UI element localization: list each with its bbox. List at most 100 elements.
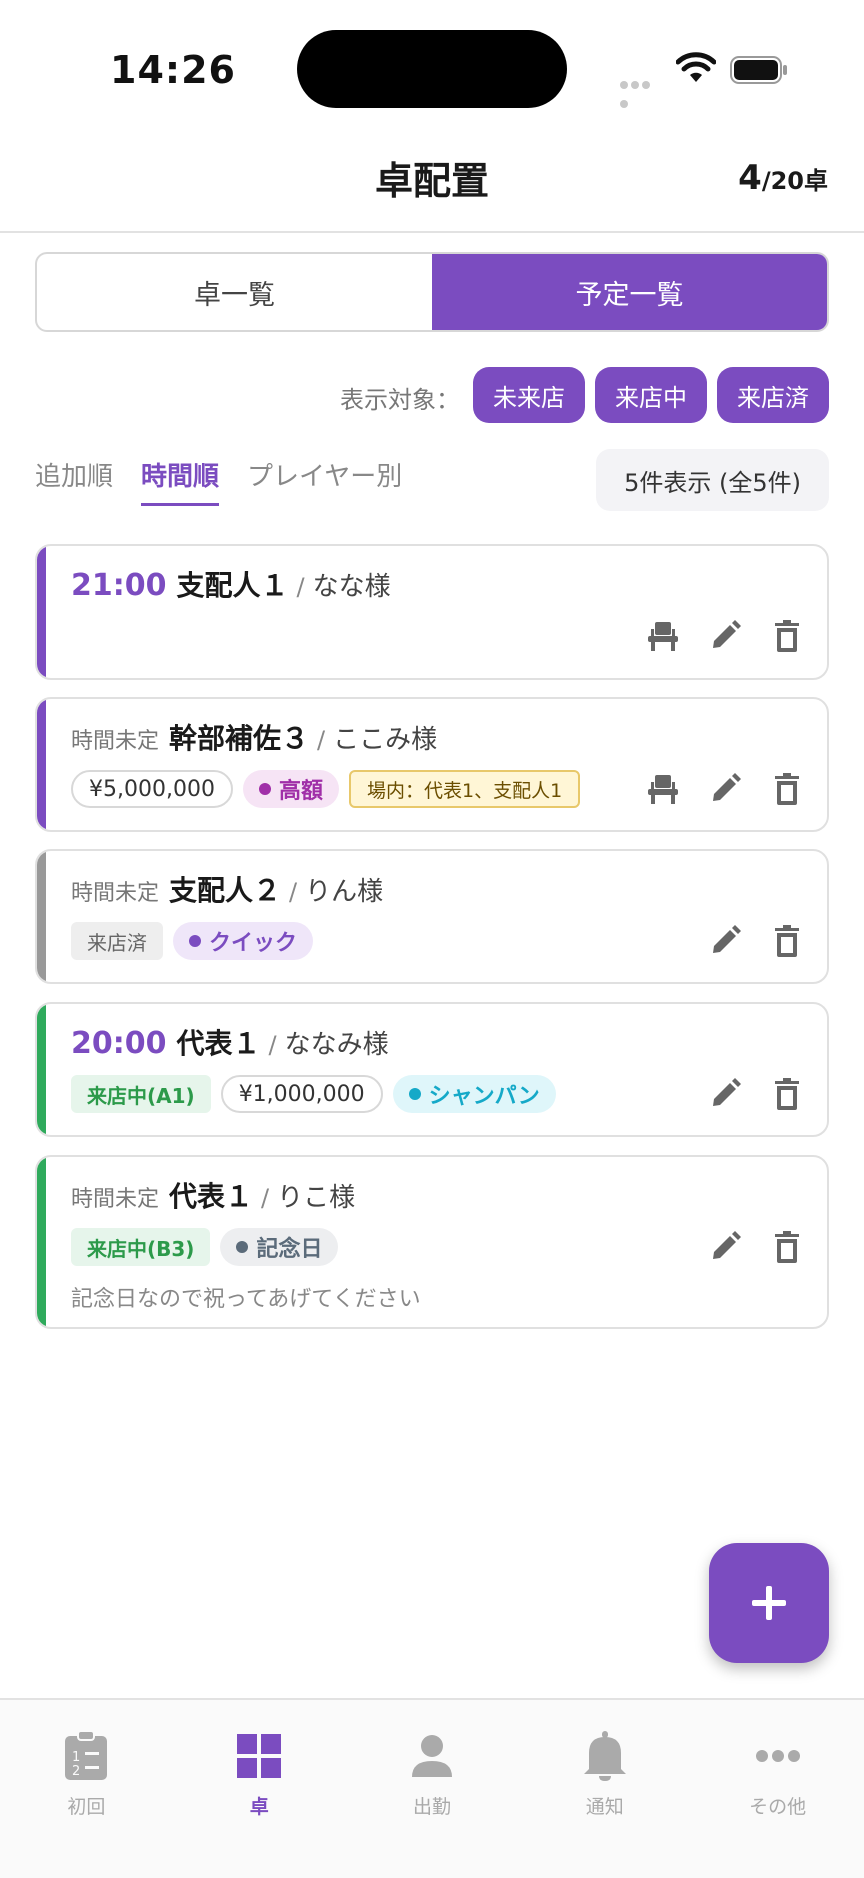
card-note: 記念日なので祝ってあげてください <box>71 1287 421 1312</box>
card-status-bar <box>37 851 46 982</box>
tab-schedule-list[interactable]: 予定一覧 <box>432 254 827 330</box>
reservation-card[interactable]: 時間未定 幹部補佐３ / ここみ様 ¥5,000,000 高額 場内：代表1、支… <box>35 697 829 832</box>
card-guest: りこ様 <box>277 1183 356 1213</box>
reservation-card[interactable]: 時間未定 支配人２ / りん様 来店済 クイック <box>35 849 829 984</box>
add-reservation-button[interactable] <box>709 1543 829 1663</box>
nav-item-attendance[interactable]: 出勤 <box>346 1700 519 1878</box>
category-tag: 記念日 <box>220 1228 339 1266</box>
card-status-bar <box>37 1004 46 1135</box>
filter-chip-visited[interactable]: 来店済 <box>717 367 829 423</box>
card-guest: ななみ様 <box>284 1030 389 1060</box>
reservation-card[interactable]: 20:00 代表１ / ななみ様 来店中(A1) ¥1,000,000 シャンパ… <box>35 1002 829 1137</box>
bottom-nav: 12 初回 卓 出勤 通知 その他 <box>0 1698 864 1878</box>
nav-item-more[interactable]: その他 <box>691 1700 864 1878</box>
tab-table-list[interactable]: 卓一覧 <box>37 254 432 330</box>
nav-item-notifications[interactable]: 通知 <box>518 1700 691 1878</box>
card-cast-role: 代表１ <box>176 1027 261 1060</box>
plus-icon <box>752 1586 786 1620</box>
card-cast-role: 支配人１ <box>176 569 289 602</box>
delete-icon[interactable] <box>769 771 805 807</box>
nav-label: 初回 <box>67 1796 106 1818</box>
nav-item-table[interactable]: 卓 <box>173 1700 346 1878</box>
category-label: クイック <box>209 931 298 956</box>
sort-tab-added[interactable]: 追加順 <box>35 456 113 506</box>
card-status-bar <box>37 699 46 830</box>
delete-icon[interactable] <box>769 1076 805 1112</box>
grid-icon <box>233 1730 285 1782</box>
card-separator: / <box>268 1031 277 1059</box>
card-separator: / <box>261 1184 270 1212</box>
nav-label: その他 <box>749 1796 807 1818</box>
category-label: 高額 <box>278 779 323 804</box>
card-time: 21:00 <box>71 568 167 603</box>
table-count-total: /20卓 <box>761 167 828 195</box>
battery-icon <box>730 56 787 84</box>
category-label: 記念日 <box>256 1237 323 1262</box>
edit-icon[interactable] <box>707 771 743 807</box>
nav-label: 通知 <box>585 1796 624 1818</box>
svg-text:2: 2 <box>72 1764 80 1779</box>
category-tag: シャンパン <box>392 1075 556 1113</box>
sort-tabs: 追加順 時間順 プレイヤー別 <box>35 456 402 506</box>
nav-label: 出勤 <box>412 1796 451 1818</box>
edit-icon[interactable] <box>707 1076 743 1112</box>
signal-icon <box>620 74 662 108</box>
delete-icon[interactable] <box>769 1229 805 1265</box>
category-dot-icon <box>258 783 271 795</box>
sort-tab-time[interactable]: 時間順 <box>141 456 220 506</box>
app-header: 卓配置 4/20卓 <box>0 130 864 233</box>
clipboard-list-icon: 12 <box>60 1730 112 1782</box>
table-count: 4/20卓 <box>738 158 828 198</box>
card-status-bar <box>37 1157 46 1327</box>
card-time: 20:00 <box>71 1026 167 1061</box>
dynamic-island <box>297 30 567 108</box>
inner-request-tag: 場内：代表1、支配人1 <box>348 770 581 808</box>
reservation-card[interactable]: 21:00 支配人１ / なな様 <box>35 544 829 680</box>
nav-item-first-visit[interactable]: 12 初回 <box>0 1700 173 1878</box>
view-segment: 卓一覧 予定一覧 <box>35 252 829 332</box>
svg-text:1: 1 <box>72 1750 80 1765</box>
card-guest: なな様 <box>312 572 391 602</box>
sort-tab-player[interactable]: プレイヤー別 <box>247 456 402 506</box>
category-dot-icon <box>236 1241 249 1253</box>
card-cast-role: 幹部補佐３ <box>169 722 310 755</box>
delete-icon[interactable] <box>769 923 805 959</box>
card-guest: ここみ様 <box>333 725 438 755</box>
card-status-bar <box>37 546 46 678</box>
status-bar: 14:26 <box>0 0 864 130</box>
card-time: 時間未定 <box>71 881 160 906</box>
status-time: 14:26 <box>110 48 236 92</box>
filter-chips: 未来店 来店中 来店済 <box>473 367 829 423</box>
card-separator: / <box>289 878 298 906</box>
delete-icon[interactable] <box>769 618 805 654</box>
card-cast-role: 代表１ <box>169 1180 254 1213</box>
category-label: シャンパン <box>428 1084 540 1109</box>
filter-chip-in-store[interactable]: 来店中 <box>595 367 707 423</box>
bell-icon <box>579 1730 631 1782</box>
visit-status-tag: 来店中(A1) <box>71 1075 211 1113</box>
nav-label: 卓 <box>249 1796 269 1818</box>
amount-tag: ¥5,000,000 <box>71 770 233 808</box>
amount-tag: ¥1,000,000 <box>220 1075 383 1113</box>
visit-status-tag: 来店済 <box>71 922 163 960</box>
card-guest: りん様 <box>305 877 384 907</box>
filter-chip-not-arrived[interactable]: 未来店 <box>473 367 585 423</box>
category-dot-icon <box>408 1088 421 1100</box>
table-count-current: 4 <box>738 158 762 198</box>
card-time: 時間未定 <box>71 1187 160 1212</box>
category-dot-icon <box>189 935 201 947</box>
card-separator: / <box>317 726 326 754</box>
edit-icon[interactable] <box>707 1229 743 1265</box>
seat-icon[interactable] <box>645 618 681 654</box>
filter-label: 表示対象： <box>340 386 460 414</box>
reservation-card[interactable]: 時間未定 代表１ / りこ様 来店中(B3) 記念日 記念日なので祝ってあげてく… <box>35 1155 829 1329</box>
category-tag: 高額 <box>242 770 339 808</box>
category-tag: クイック <box>173 922 314 960</box>
person-icon <box>406 1730 458 1782</box>
seat-icon[interactable] <box>645 771 681 807</box>
edit-icon[interactable] <box>707 618 743 654</box>
more-dots-icon <box>752 1730 804 1782</box>
card-time: 時間未定 <box>71 729 160 754</box>
edit-icon[interactable] <box>707 923 743 959</box>
result-count: 5件表示 (全5件) <box>596 449 829 511</box>
